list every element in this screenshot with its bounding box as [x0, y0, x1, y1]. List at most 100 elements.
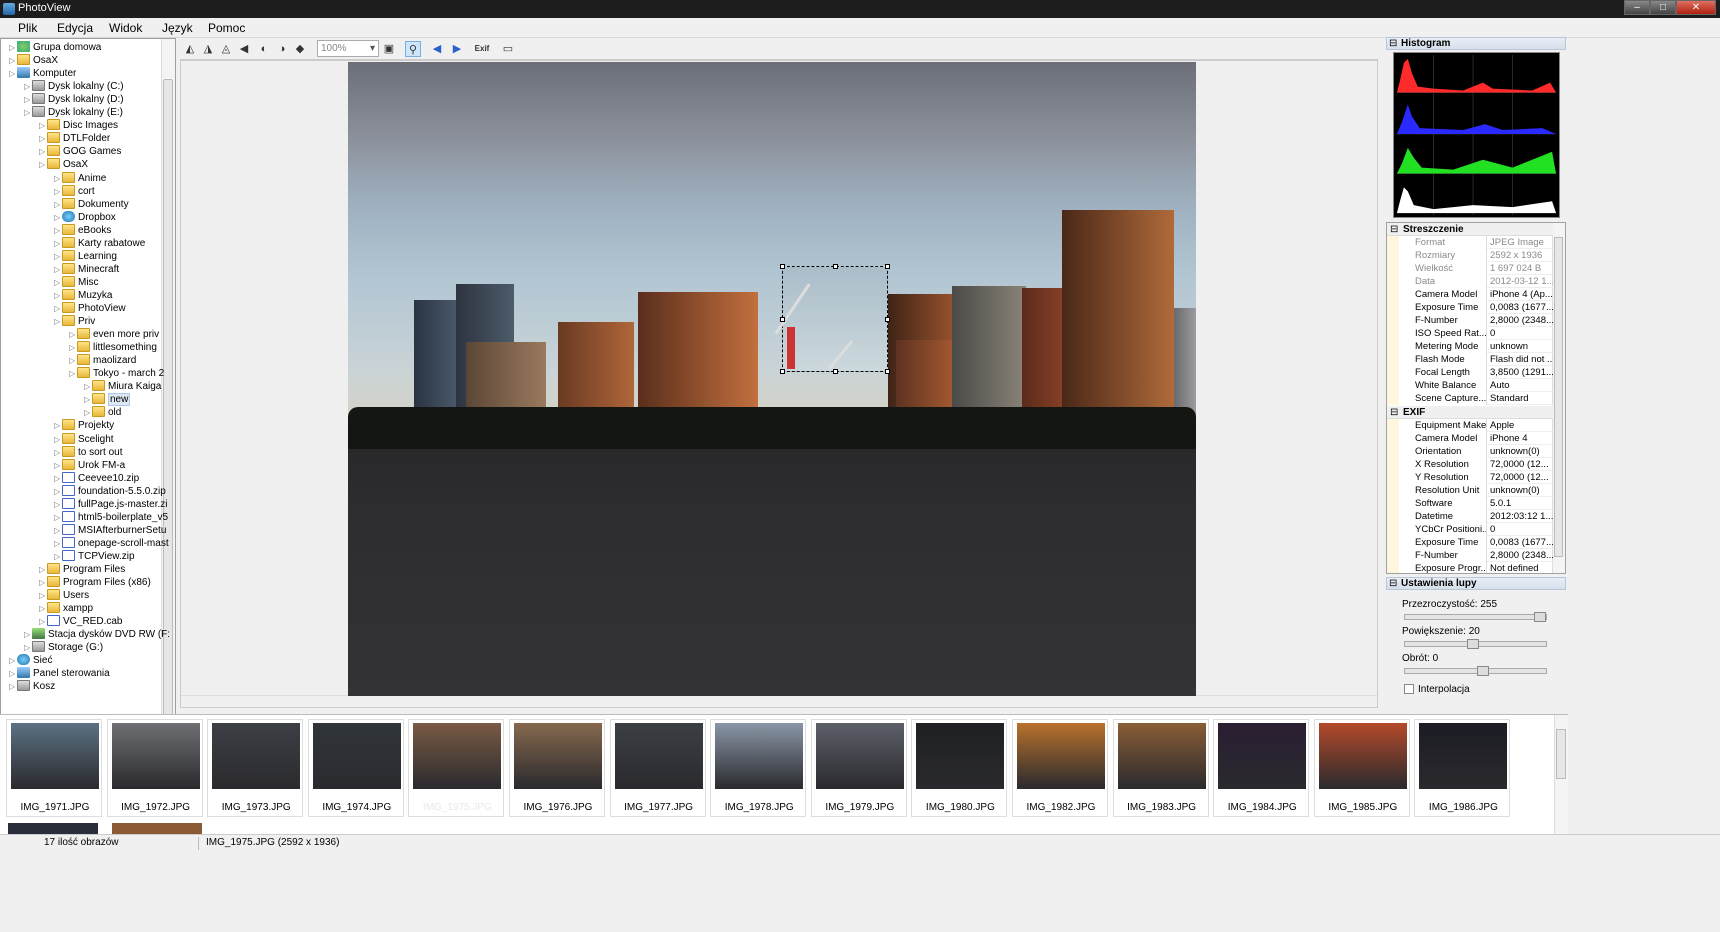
exif-icon[interactable]: Exif [474, 41, 490, 57]
expand-arrow-icon[interactable]: ▷ [84, 393, 92, 407]
tree-item[interactable]: ▷ OsaX [9, 54, 58, 68]
property-row[interactable]: Rozmiary 2592 x 1936 [1387, 249, 1553, 262]
tree-item[interactable]: ▷ OsaX [39, 158, 88, 172]
expand-arrow-icon[interactable]: ▷ [54, 276, 62, 290]
thumbnail[interactable]: IMG_1976.JPG [509, 719, 605, 817]
tree-item[interactable]: ▷ maolizard [69, 354, 136, 368]
expand-arrow-icon[interactable]: ▷ [54, 511, 62, 525]
tree-item[interactable]: ▷ foundation-5.5.0.zip [54, 484, 166, 499]
minimize-button[interactable]: – [1624, 0, 1650, 15]
property-row[interactable]: Flash Mode Flash did not ... [1387, 353, 1553, 366]
expand-arrow-icon[interactable]: ▷ [54, 537, 62, 551]
thumbnail[interactable]: IMG_1975.JPG [408, 719, 505, 817]
tree-item[interactable]: ▷ Dropbox [54, 210, 116, 225]
tree-item[interactable]: ▷ Anime [54, 171, 106, 186]
property-row[interactable]: Orientation unknown(0) [1387, 445, 1553, 458]
expand-arrow-icon[interactable]: ▷ [9, 654, 17, 668]
expand-arrow-icon[interactable]: ▷ [54, 459, 62, 473]
property-row[interactable]: Camera Model iPhone 4 (Ap... [1387, 288, 1553, 301]
tree-item[interactable]: ▷ fullPage.js-master.zi [54, 497, 167, 512]
property-row[interactable]: Exposure Time 0,0083 (1677... [1387, 301, 1553, 314]
expand-arrow-icon[interactable]: ▷ [39, 602, 47, 616]
expand-arrow-icon[interactable]: ▷ [39, 145, 47, 159]
viewer-horizontal-scrollbar[interactable] [181, 695, 1377, 707]
thumbnail-strip[interactable]: IMG_1971.JPG IMG_1972.JPG IMG_1973.JPG IMG_… [0, 714, 1568, 834]
tree-item[interactable]: ▷ Stacja dysków DVD RW (F: [24, 628, 170, 642]
exif-header[interactable]: EXIF [1387, 406, 1553, 419]
tree-item[interactable]: ▷ Karty rabatowe [54, 236, 145, 251]
expand-arrow-icon[interactable]: ▷ [24, 93, 32, 107]
tree-item[interactable]: ▷ Dysk lokalny (E:) [24, 106, 123, 120]
expand-arrow-icon[interactable]: ▷ [39, 576, 47, 590]
property-row[interactable]: YCbCr Positioni... 0 [1387, 523, 1553, 536]
property-row[interactable]: Format JPEG Image [1387, 236, 1553, 249]
thumbnail[interactable]: IMG_1980.JPG [911, 719, 1008, 817]
flip-horizontal-icon[interactable]: ◭ [182, 41, 198, 57]
interpolation-checkbox[interactable] [1404, 684, 1414, 694]
expand-arrow-icon[interactable]: ▷ [54, 315, 62, 329]
zoom-slider[interactable] [1404, 639, 1547, 649]
maximize-button[interactable]: □ [1650, 0, 1676, 15]
thumbnail[interactable]: IMG_1974.JPG [307, 719, 404, 817]
expand-arrow-icon[interactable]: ▷ [39, 563, 47, 577]
folder-tree[interactable]: ▷ Grupa domowa ▷ OsaX ▷ Komputer ▷ Dysk lokalny… [0, 38, 176, 778]
histogram-header[interactable]: Histogram [1386, 37, 1566, 50]
expand-arrow-icon[interactable]: ▷ [54, 550, 62, 564]
tree-item[interactable]: ▷ Kosz [9, 680, 55, 694]
property-row[interactable]: Scene Capture... Standard [1387, 392, 1553, 405]
tree-vertical-scrollbar[interactable] [161, 39, 175, 777]
property-row[interactable]: Camera Model iPhone 4 [1387, 432, 1553, 445]
expand-arrow-icon[interactable]: ▷ [24, 641, 32, 655]
tree-item[interactable]: ▷ cort [54, 184, 95, 199]
opacity-slider[interactable] [1404, 612, 1547, 622]
tree-item[interactable]: ▷ Program Files [39, 563, 125, 577]
tree-item[interactable]: ▷ Misc [54, 275, 99, 290]
tree-item[interactable]: ▷ Grupa domowa [9, 41, 101, 55]
tree-item[interactable]: ▷ even more priv [69, 328, 159, 342]
thumbnail[interactable]: IMG_1973.JPG [207, 719, 304, 817]
property-row[interactable]: ISO Speed Rat... 0 [1387, 327, 1553, 340]
expand-arrow-icon[interactable]: ▷ [54, 433, 62, 447]
expand-arrow-icon[interactable]: ▷ [54, 498, 62, 512]
expand-arrow-icon[interactable]: ▷ [39, 615, 47, 629]
expand-arrow-icon[interactable]: ▷ [54, 224, 62, 238]
tree-item[interactable]: ▷ Tokyo - march 2 [69, 367, 164, 381]
tree-item[interactable]: ▷ Ceevee10.zip [54, 471, 139, 486]
property-row[interactable]: Wielkość 1 697 024 B [1387, 262, 1553, 275]
expand-arrow-icon[interactable]: ▷ [84, 406, 92, 420]
thumbnail[interactable]: IMG_1985.JPG [1313, 719, 1410, 817]
contrast-icon[interactable]: ◐ [256, 41, 272, 57]
tree-item[interactable]: ▷ to sort out [54, 445, 122, 460]
thumbnail[interactable]: IMG_1972.JPG [106, 719, 203, 817]
brightness-icon[interactable]: ◑ [274, 41, 290, 57]
expand-arrow-icon[interactable]: ▷ [54, 237, 62, 251]
tree-item[interactable]: ▷ Urok FM-a [54, 458, 125, 473]
tree-item[interactable]: ▷ onepage-scroll-mast [54, 536, 169, 551]
expand-arrow-icon[interactable]: ▷ [69, 354, 77, 368]
expand-arrow-icon[interactable]: ▷ [69, 367, 77, 381]
expand-arrow-icon[interactable]: ▷ [54, 211, 62, 225]
magnifier-icon[interactable]: ⚲ [405, 41, 421, 57]
thumbnail[interactable]: IMG_1977.JPG [609, 719, 706, 817]
tree-item[interactable]: ▷ Panel sterowania [9, 667, 110, 681]
property-row[interactable]: Focal Length 3,8500 (1291... [1387, 366, 1553, 379]
property-row[interactable]: Equipment Make Apple [1387, 419, 1553, 432]
rotate-left-icon[interactable]: ◀ [236, 41, 252, 57]
current-photo[interactable] [348, 62, 1196, 696]
expand-arrow-icon[interactable]: ▷ [54, 198, 62, 212]
property-row[interactable]: White Balance Auto [1387, 379, 1553, 392]
opacity-slider-thumb[interactable] [1534, 612, 1546, 622]
tree-item[interactable]: ▷ PhotoView [54, 302, 126, 316]
expand-arrow-icon[interactable]: ▷ [54, 289, 62, 303]
tree-item[interactable]: ▷ html5-boilerplate_v5 [54, 510, 168, 525]
tree-item[interactable]: ▷ Dysk lokalny (C:) [24, 80, 124, 94]
expand-arrow-icon[interactable]: ▷ [69, 341, 77, 355]
property-row[interactable]: Y Resolution 72,0000 (12... [1387, 471, 1553, 484]
expand-arrow-icon[interactable]: ▷ [39, 132, 47, 146]
thumbnail[interactable]: IMG_1986.JPG [1414, 719, 1511, 817]
expand-arrow-icon[interactable]: ▷ [24, 628, 32, 642]
magnifier-lens[interactable] [774, 264, 890, 374]
previous-image-icon[interactable]: ◀ [429, 41, 445, 57]
tree-item[interactable]: ▷ Scelight [54, 432, 114, 447]
tree-item[interactable]: ▷ GOG Games [39, 145, 121, 159]
